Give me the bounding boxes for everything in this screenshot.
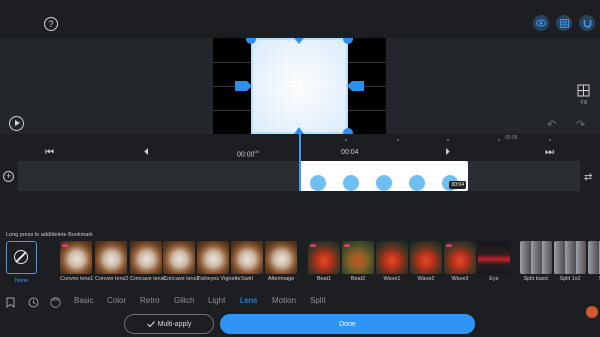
effect-label: Swirl (241, 276, 253, 282)
effect-item[interactable]: Convex lens1 (60, 241, 94, 289)
swap-icon[interactable]: ⇄ (584, 172, 592, 183)
effect-item[interactable]: Eye (478, 241, 510, 289)
effect-label: Concave lens2 (163, 276, 200, 282)
done-button[interactable]: Done (220, 314, 475, 334)
effect-thumbnail (197, 241, 229, 274)
crown-icon (446, 243, 452, 247)
effect-item[interactable]: Wave3 (444, 241, 476, 289)
crown-icon (62, 243, 68, 247)
effect-item[interactable]: Concave lens2 (163, 241, 200, 289)
check-icon (146, 321, 155, 327)
effect-item[interactable]: Beat2 (342, 241, 374, 289)
effect-thumbnail (554, 241, 586, 274)
effect-thumbnail (588, 241, 600, 274)
effect-label: Wave1 (383, 276, 401, 282)
crown-icon (310, 243, 316, 247)
effect-label: Fisheyes Vignette (197, 276, 241, 282)
playhead[interactable] (299, 134, 301, 191)
effect-thumbnail (520, 241, 552, 274)
effect-label: Eye (489, 276, 499, 282)
effect-thumbnail (130, 241, 162, 274)
current-time: 00:0000 (237, 149, 259, 159)
handle-right[interactable] (347, 81, 364, 91)
effect-item[interactable]: Split basic (520, 241, 552, 289)
preview-area: Fill ↶ ↷ (0, 38, 600, 134)
effect-item[interactable]: Fisheyes Vignette (197, 241, 241, 289)
effect-label: Wave2 (417, 276, 435, 282)
category-tabs: NEW Basic Color Retro Glitch Light Lens … (0, 293, 600, 309)
prev-frame-icon[interactable]: ⏴ (144, 148, 149, 158)
fill-label: Fill (580, 100, 588, 106)
category-color[interactable]: Color (107, 296, 126, 305)
redo-icon[interactable]: ↷ (576, 118, 585, 131)
effect-thumbnail (163, 241, 195, 274)
category-retro[interactable]: Retro (140, 296, 160, 305)
add-track-icon[interactable]: + (3, 171, 14, 182)
category-glitch[interactable]: Glitch (174, 296, 194, 305)
effect-item[interactable]: Concave lens1 (130, 241, 167, 289)
effects-list: Convex lens1 Convex lens2 Concave lens1 Con… (0, 241, 600, 289)
effect-label: Convex lens1 (60, 276, 94, 282)
lens-effect-frame[interactable] (251, 38, 348, 134)
effect-item[interactable]: Afterimage (265, 241, 297, 289)
effect-item[interactable]: Wave2 (410, 241, 442, 289)
effect-label: Concave lens1 (130, 276, 167, 282)
grid-icon[interactable] (556, 15, 572, 31)
category-basic[interactable]: Basic (74, 296, 94, 305)
effect-thumbnail (478, 241, 510, 274)
effect-label: Split basic (523, 276, 549, 282)
handle-scale-top[interactable] (343, 38, 353, 44)
new-badge[interactable]: NEW (50, 295, 61, 308)
effect-item[interactable]: Wave1 (376, 241, 408, 289)
play-button[interactable] (9, 116, 24, 131)
feedback-fab[interactable] (586, 306, 598, 318)
effect-label: Split (588, 276, 600, 282)
multi-apply-button[interactable]: Multi-apply (124, 314, 214, 334)
total-time: 00:04 (341, 149, 359, 156)
magnet-icon[interactable] (579, 15, 595, 31)
category-split[interactable]: Split (310, 296, 326, 305)
effect-item[interactable]: Swirl (231, 241, 263, 289)
effect-thumbnail (265, 241, 297, 274)
effect-item[interactable]: Split 1x2 (554, 241, 586, 289)
ruler-mark: 00:05 (505, 135, 518, 141)
undo-icon[interactable]: ↶ (547, 118, 556, 131)
category-light[interactable]: Light (208, 296, 225, 305)
effect-thumbnail (342, 241, 374, 274)
skip-end-icon[interactable]: ⏭ (545, 148, 554, 158)
effect-thumbnail (308, 241, 340, 274)
effect-thumbnail (60, 241, 92, 274)
effect-clip[interactable]: 00:04 (300, 161, 468, 191)
eye-icon[interactable] (533, 15, 549, 31)
effect-label: Convex lens2 (95, 276, 129, 282)
effect-thumbnail (376, 241, 408, 274)
effect-thumbnail (231, 241, 263, 274)
top-bar: ? (0, 0, 600, 38)
effect-item[interactable]: Beat1 (308, 241, 340, 289)
effect-label: Beat1 (316, 276, 332, 282)
effect-thumbnail (95, 241, 127, 274)
effect-label: Wave3 (451, 276, 469, 282)
effect-thumbnail (410, 241, 442, 274)
category-motion[interactable]: Motion (272, 296, 296, 305)
video-canvas[interactable] (213, 38, 386, 134)
skip-start-icon[interactable]: ⏮ (45, 148, 54, 158)
bottom-actions: Multi-apply Done (0, 312, 600, 337)
handle-left[interactable] (235, 81, 252, 91)
effect-item[interactable]: Split (588, 241, 600, 289)
next-frame-icon[interactable]: ⏵ (445, 148, 450, 158)
bookmark-icon[interactable] (6, 295, 17, 308)
effect-label: Beat2 (350, 276, 366, 282)
clip-duration: 00:04 (449, 181, 466, 189)
bookmark-hint: Long press to add/delete Bookmark (6, 232, 93, 238)
crown-icon (344, 243, 350, 247)
effect-label: Afterimage (267, 276, 295, 282)
effect-label: Split 1x2 (559, 276, 581, 282)
effect-item[interactable]: Convex lens2 (95, 241, 129, 289)
category-lens[interactable]: Lens (240, 296, 257, 305)
effect-thumbnail (444, 241, 476, 274)
history-icon[interactable] (28, 295, 39, 308)
fill-icon[interactable] (577, 84, 590, 97)
help-button[interactable]: ? (44, 17, 58, 31)
